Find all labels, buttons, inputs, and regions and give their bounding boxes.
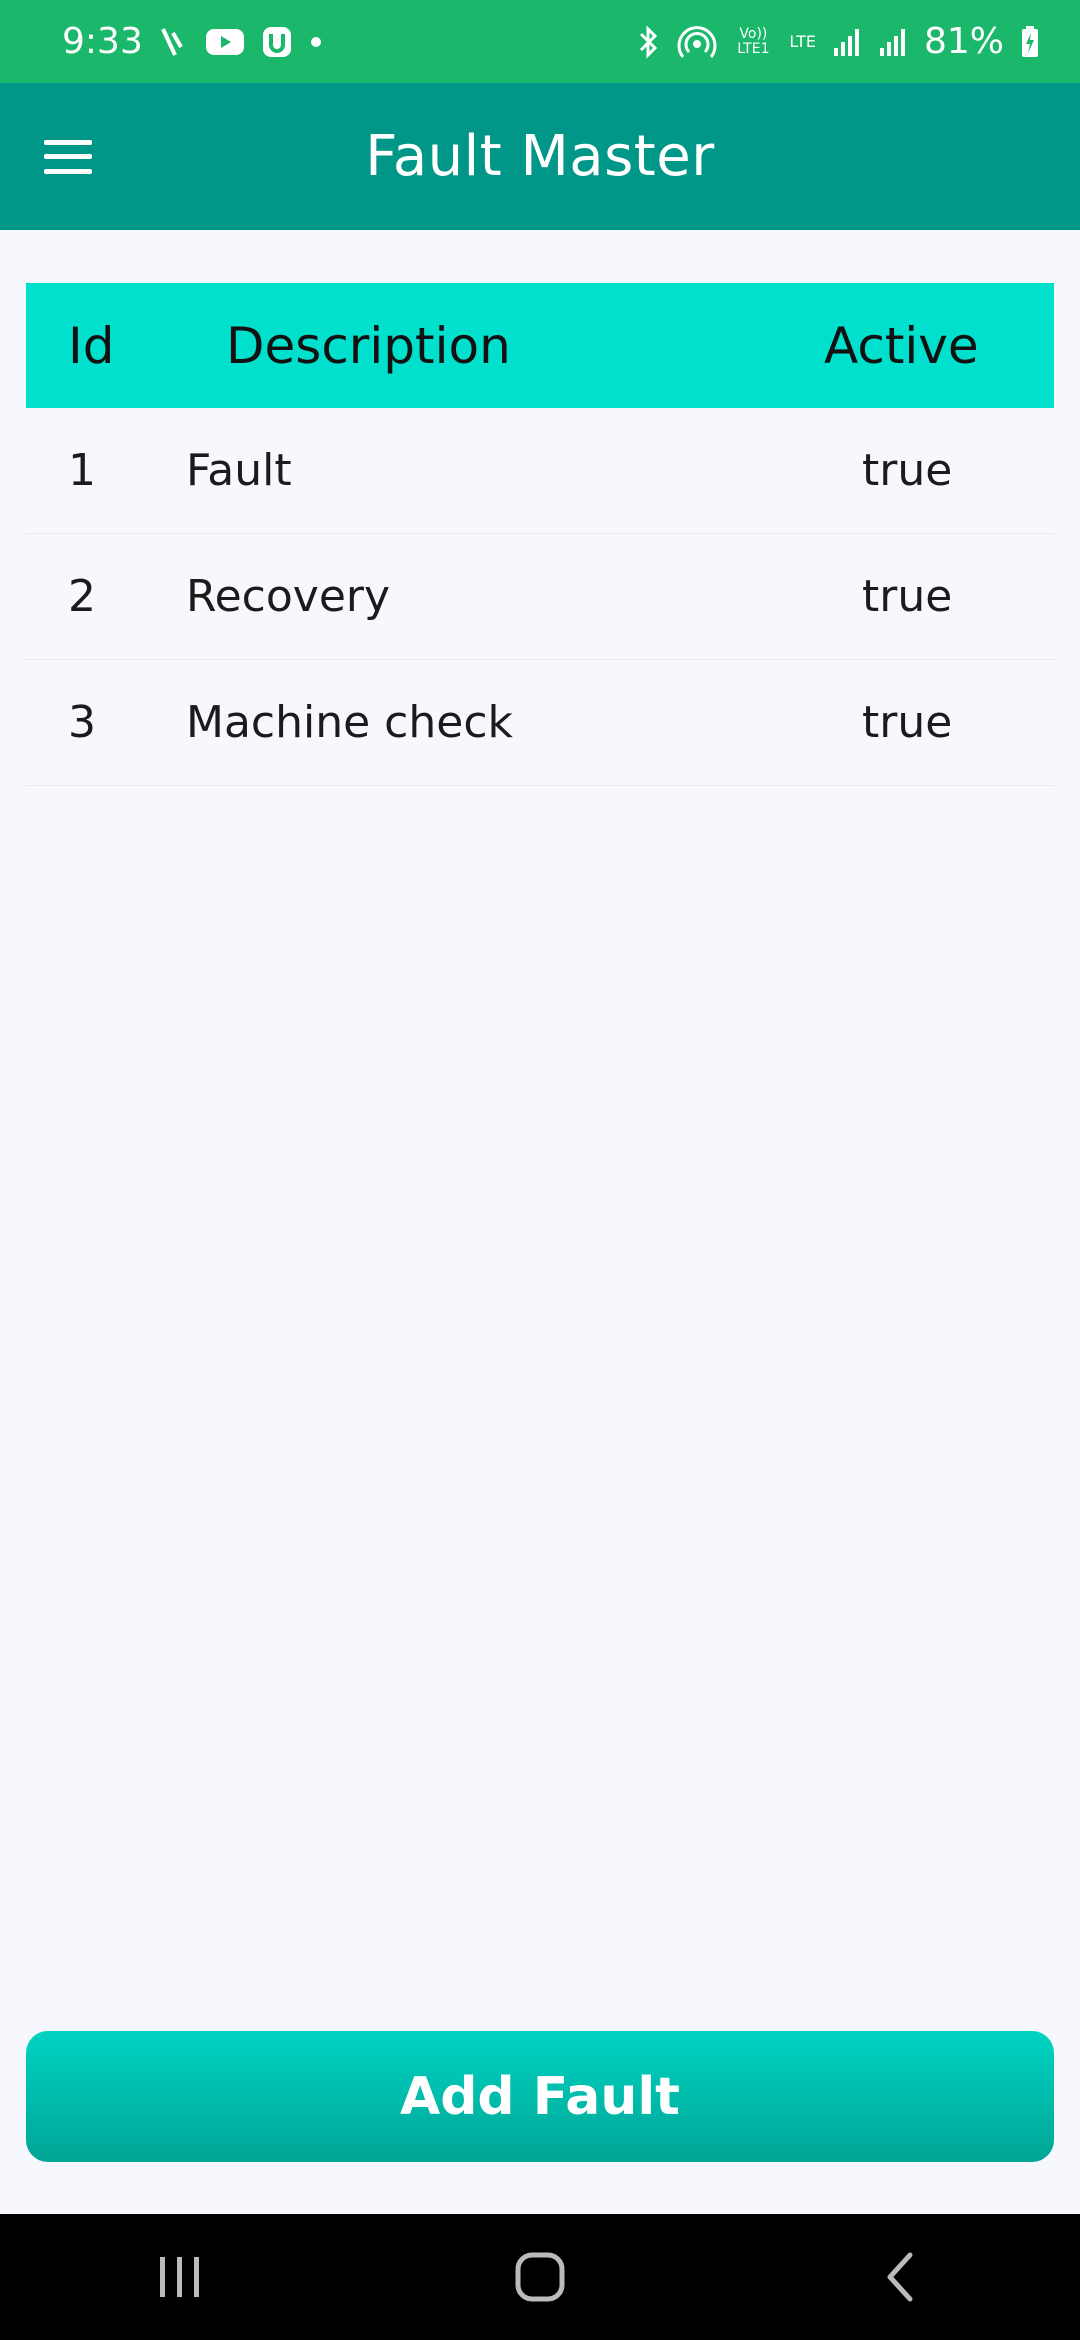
cell-description: Recovery [186,571,391,622]
shield-app-icon [261,25,293,59]
table-header: Id Description Active [26,283,1054,408]
app-bar: Fault Master [0,83,1080,230]
status-bar-right: Vo)) LTE1 LTE 81% [637,21,1040,62]
cell-id: 2 [68,571,96,622]
status-bar: 9:33 Vo)) LTE1 LTE 81% [0,0,1080,83]
menu-line [44,154,92,159]
system-navigation-bar [0,2214,1080,2340]
status-time: 9:33 [62,21,143,62]
missed-call-icon [159,25,189,59]
table-row[interactable]: 3 Machine check true [26,660,1054,786]
bluetooth-icon [637,24,661,60]
back-icon[interactable] [840,2232,960,2322]
fault-table: Id Description Active 1 Fault true 2 Rec… [26,283,1054,786]
column-header-description: Description [226,316,511,375]
status-bar-left: 9:33 [62,21,323,62]
cell-active: true [862,697,953,748]
recents-icon[interactable] [120,2232,240,2322]
page-title: Fault Master [365,124,715,189]
cell-active: true [862,445,953,496]
column-header-active: Active [824,316,979,375]
lte-data-icon: LTE [789,32,816,51]
battery-charging-icon [1020,25,1040,59]
notification-dot-icon [309,35,323,49]
table-row[interactable]: 1 Fault true [26,408,1054,534]
signal-strength-icon [832,26,862,58]
volte-icon: Vo)) LTE1 [737,25,770,57]
cell-description: Fault [186,445,292,496]
home-icon[interactable] [480,2232,600,2322]
hotspot-icon [677,24,717,60]
table-row[interactable]: 2 Recovery true [26,534,1054,660]
hamburger-menu-icon[interactable] [44,139,92,174]
cell-active: true [862,571,953,622]
signal-strength-icon-2 [878,26,908,58]
menu-line [44,168,92,174]
add-fault-button[interactable]: Add Fault [26,2031,1054,2162]
cell-description: Machine check [186,697,513,748]
cell-id: 1 [68,445,96,496]
cell-id: 3 [68,697,96,748]
menu-line [44,139,92,145]
youtube-icon [205,27,245,57]
column-header-id: Id [68,316,115,375]
battery-percent: 81% [923,21,1004,62]
